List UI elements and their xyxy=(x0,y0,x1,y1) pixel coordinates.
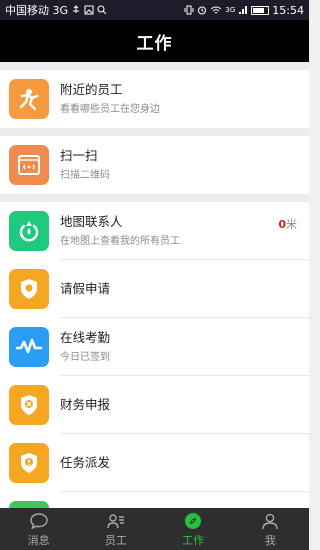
scan-frame-icon xyxy=(9,145,49,185)
item-title: 在线考勤 xyxy=(60,330,111,345)
person-running-icon xyxy=(9,79,49,119)
tab-messages[interactable]: 消息 xyxy=(0,508,77,550)
search-icon xyxy=(97,5,107,15)
contacts-icon xyxy=(107,513,124,528)
section-divider xyxy=(0,62,309,70)
tab-bar: 消息 员工 工作 我 xyxy=(0,508,309,550)
list-item-finance-report[interactable]: 财务申报 xyxy=(0,376,309,434)
distance-label: 0米 xyxy=(278,216,297,232)
pulse-wave-icon xyxy=(9,327,49,367)
list-item-map-contacts[interactable]: 地图联系人 在地图上查看我的所有员工 0米 xyxy=(0,202,309,260)
item-title: 任务派发 xyxy=(60,455,111,470)
vibrate-icon xyxy=(184,5,194,15)
wifi-icon xyxy=(211,6,222,14)
item-title: 财务申报 xyxy=(60,397,111,412)
distance-unit: 米 xyxy=(286,218,297,231)
user-icon xyxy=(262,513,279,529)
tab-label: 员工 xyxy=(104,533,127,547)
tab-staff[interactable]: 员工 xyxy=(77,508,154,550)
tab-label: 我 xyxy=(264,533,276,547)
item-title: 请假申请 xyxy=(60,281,111,296)
battery-icon xyxy=(251,5,270,15)
header: 工作 xyxy=(0,20,309,62)
page-title: 工作 xyxy=(136,33,173,54)
usb-icon xyxy=(73,5,80,13)
shield-leave-icon xyxy=(9,269,49,309)
app-icon xyxy=(9,501,49,508)
section-divider xyxy=(0,194,309,202)
item-subtitle: 在地图上查看我的所有员工 xyxy=(60,236,180,247)
tab-label: 消息 xyxy=(27,533,50,547)
network-type-label: 3G xyxy=(225,6,236,14)
image-icon xyxy=(84,5,94,15)
list-item-scan[interactable]: 扫一扫 扫描二维码 xyxy=(0,136,309,194)
list-item-task-dispatch[interactable]: 任务派发 xyxy=(0,434,309,492)
list-item-partial[interactable] xyxy=(0,492,309,508)
item-title: 地图联系人 xyxy=(60,214,123,229)
compass-icon xyxy=(185,512,202,529)
shield-task-icon xyxy=(9,443,49,483)
tab-work[interactable]: 工作 xyxy=(155,508,232,550)
item-title: 扫一扫 xyxy=(60,148,98,163)
alarm-icon xyxy=(198,6,207,15)
shield-finance-icon xyxy=(9,385,49,425)
tab-label: 工作 xyxy=(182,533,205,547)
location-refresh-icon xyxy=(9,211,49,251)
item-subtitle: 扫描二维码 xyxy=(60,170,110,181)
carrier-label: 中国移动 3G xyxy=(5,4,69,17)
work-list: 附近的员工 看看哪些员工在您身边 扫一扫 扫描二维码 地图联系人 在地图上查看我… xyxy=(0,62,309,508)
clock: 15:54 xyxy=(272,3,304,17)
item-subtitle: 今日已签到 xyxy=(60,352,110,363)
tab-me[interactable]: 我 xyxy=(232,508,309,550)
list-item-leave-request[interactable]: 请假申请 xyxy=(0,260,309,318)
item-subtitle: 看看哪些员工在您身边 xyxy=(60,104,160,115)
item-title: 附近的员工 xyxy=(60,82,123,97)
list-item-nearby-staff[interactable]: 附近的员工 看看哪些员工在您身边 xyxy=(0,70,309,128)
section-divider xyxy=(0,128,309,136)
signal-icon xyxy=(239,6,248,14)
status-bar: 中国移动 3G 3G 15:54 xyxy=(0,0,309,20)
distance-value: 0 xyxy=(278,218,286,231)
chat-bubble-icon xyxy=(29,512,48,529)
list-item-attendance[interactable]: 在线考勤 今日已签到 xyxy=(0,318,309,376)
